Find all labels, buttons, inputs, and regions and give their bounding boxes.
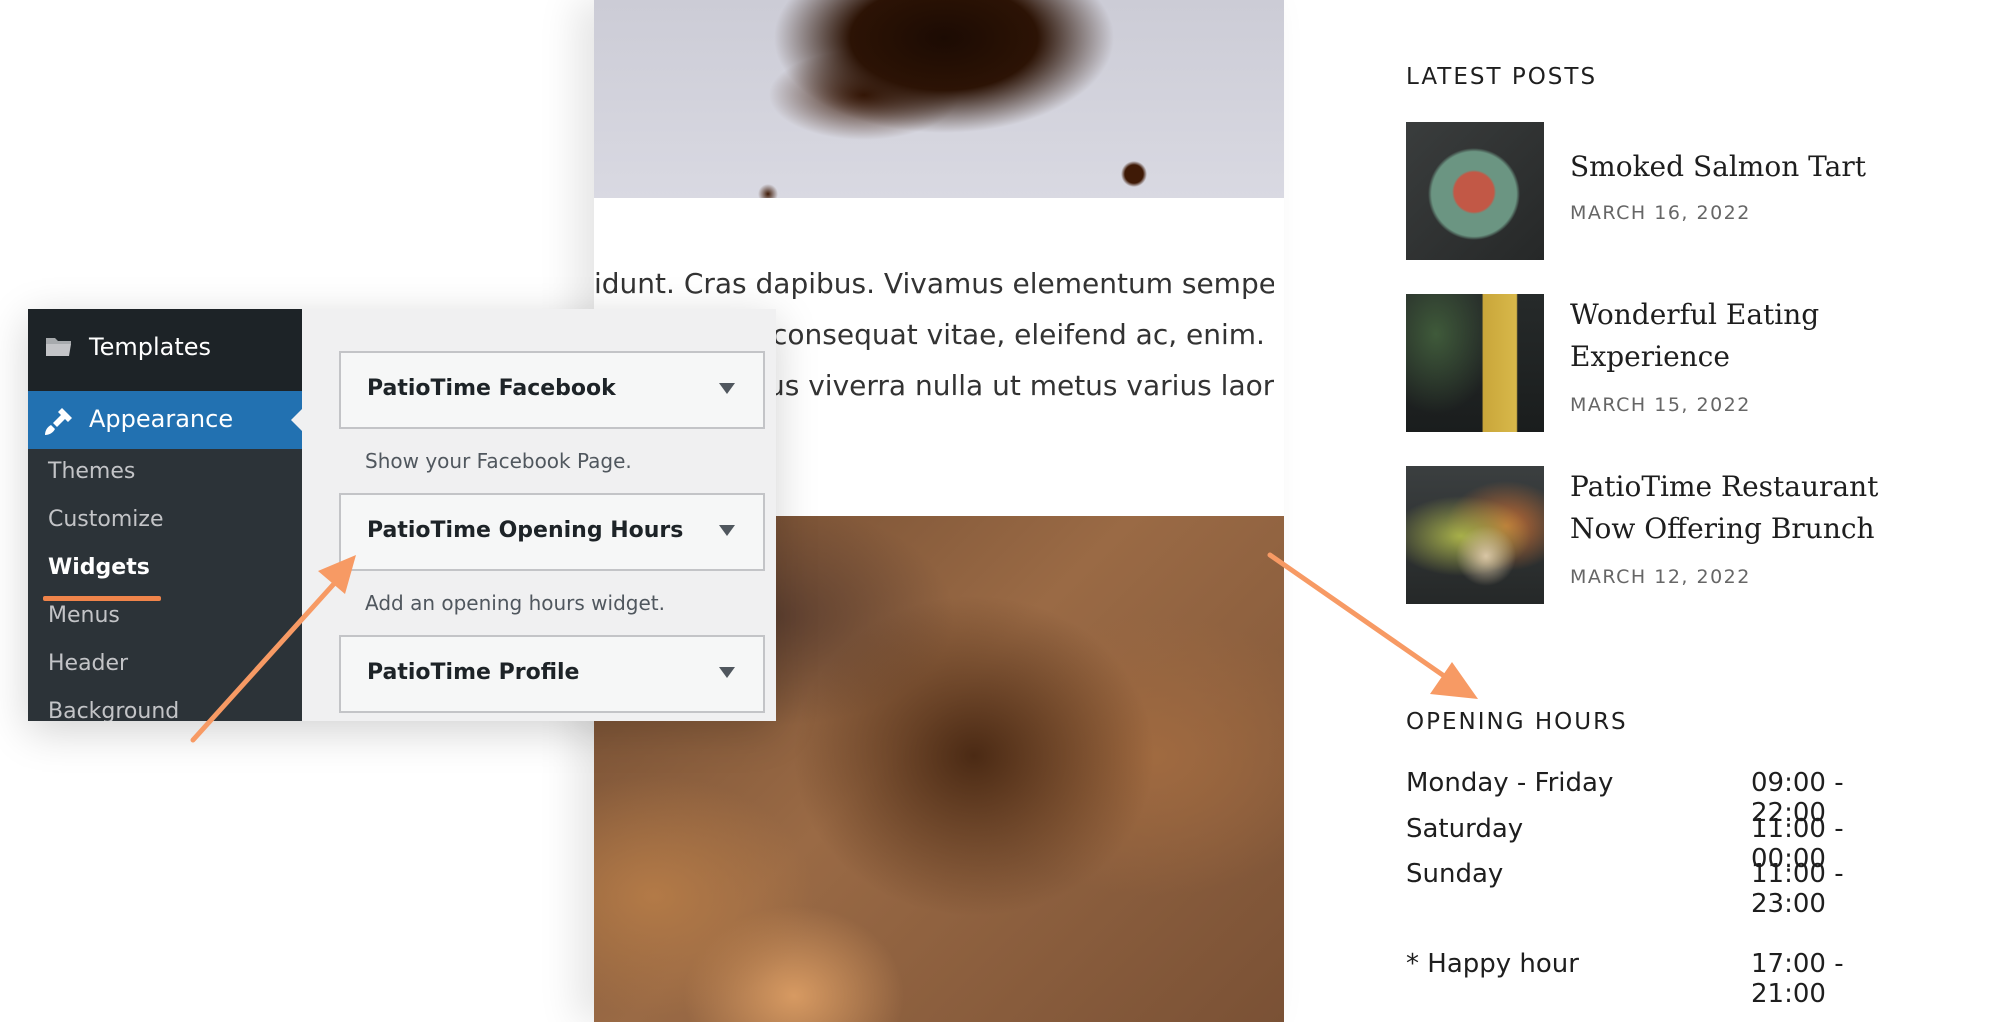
hours-row: * Happy hour 17:00 - 21:00: [1406, 949, 1926, 1009]
post-date: MARCH 16, 2022: [1570, 202, 1751, 224]
admin-sidebar-menu: Templates Appearance Themes Customize Wi…: [28, 309, 302, 721]
submenu-item-menus[interactable]: Menus: [48, 603, 120, 628]
widget-title: PatioTime Opening Hours: [367, 518, 684, 543]
widget-title: PatioTime Profile: [367, 660, 580, 685]
hours-day: Sunday: [1406, 859, 1504, 889]
widget-description: Show your Facebook Page.: [365, 449, 632, 473]
article-line: idunt. Cras dapibus. Vivamus elementum s…: [594, 267, 1274, 300]
active-menu-pointer: [291, 409, 302, 431]
hours-time: 11:00 - 23:00: [1751, 859, 1844, 919]
post-date: MARCH 15, 2022: [1570, 394, 1751, 416]
submenu-item-themes[interactable]: Themes: [48, 459, 135, 484]
submenu-item-background[interactable]: Background: [48, 699, 179, 721]
hours-day: Saturday: [1406, 814, 1524, 844]
latest-post-item[interactable]: Smoked Salmon Tart MARCH 16, 2022: [1406, 122, 1926, 262]
paintbrush-icon: [43, 405, 75, 437]
hours-row: Saturday 11:00 - 00:00: [1406, 814, 1926, 874]
current-item-underline: [43, 596, 161, 601]
widget-patiotime-facebook[interactable]: PatioTime Facebook: [339, 351, 765, 429]
menu-label-templates: Templates: [89, 333, 212, 361]
food-photo: [594, 0, 1284, 198]
opening-hours-title: OPENING HOURS: [1406, 709, 1628, 735]
hours-day: * Happy hour: [1406, 949, 1579, 979]
post-thumbnail[interactable]: [1406, 122, 1544, 260]
post-thumbnail[interactable]: [1406, 294, 1544, 432]
hours-row: Monday - Friday 09:00 - 22:00: [1406, 768, 1926, 828]
submenu-item-customize[interactable]: Customize: [48, 507, 163, 532]
widget-description: Add an opening hours widget.: [365, 591, 665, 615]
post-title-link[interactable]: Wonderful Eating Experience: [1570, 294, 1830, 378]
hours-row: Sunday 11:00 - 23:00: [1406, 859, 1926, 919]
widget-patiotime-opening-hours[interactable]: PatioTime Opening Hours: [339, 493, 765, 571]
post-thumbnail[interactable]: [1406, 466, 1544, 604]
submenu-item-widgets[interactable]: Widgets: [48, 555, 150, 580]
post-title-link[interactable]: PatioTime Restaurant Now Offering Brunch: [1570, 466, 1920, 550]
wp-admin-widgets-popup: Templates Appearance Themes Customize Wi…: [28, 309, 776, 721]
submenu-item-header[interactable]: Header: [48, 651, 128, 676]
post-date: MARCH 12, 2022: [1570, 566, 1751, 588]
menu-label-appearance: Appearance: [89, 405, 234, 433]
folder-icon: [44, 331, 74, 361]
hours-day: Monday - Friday: [1406, 768, 1614, 798]
hours-time: 17:00 - 21:00: [1751, 949, 1844, 1009]
latest-post-item[interactable]: Wonderful Eating Experience MARCH 15, 20…: [1406, 294, 1926, 464]
widget-patiotime-profile[interactable]: PatioTime Profile: [339, 635, 765, 713]
latest-posts-title: LATEST POSTS: [1406, 64, 1598, 90]
latest-post-item[interactable]: PatioTime Restaurant Now Offering Brunch…: [1406, 466, 1926, 636]
caret-down-icon[interactable]: [719, 525, 735, 536]
post-title-link[interactable]: Smoked Salmon Tart: [1570, 146, 1930, 188]
menu-item-appearance[interactable]: Appearance: [28, 391, 302, 449]
menu-item-templates[interactable]: Templates: [28, 309, 302, 391]
widget-title: PatioTime Facebook: [367, 376, 616, 401]
caret-down-icon[interactable]: [719, 667, 735, 678]
caret-down-icon[interactable]: [719, 383, 735, 394]
